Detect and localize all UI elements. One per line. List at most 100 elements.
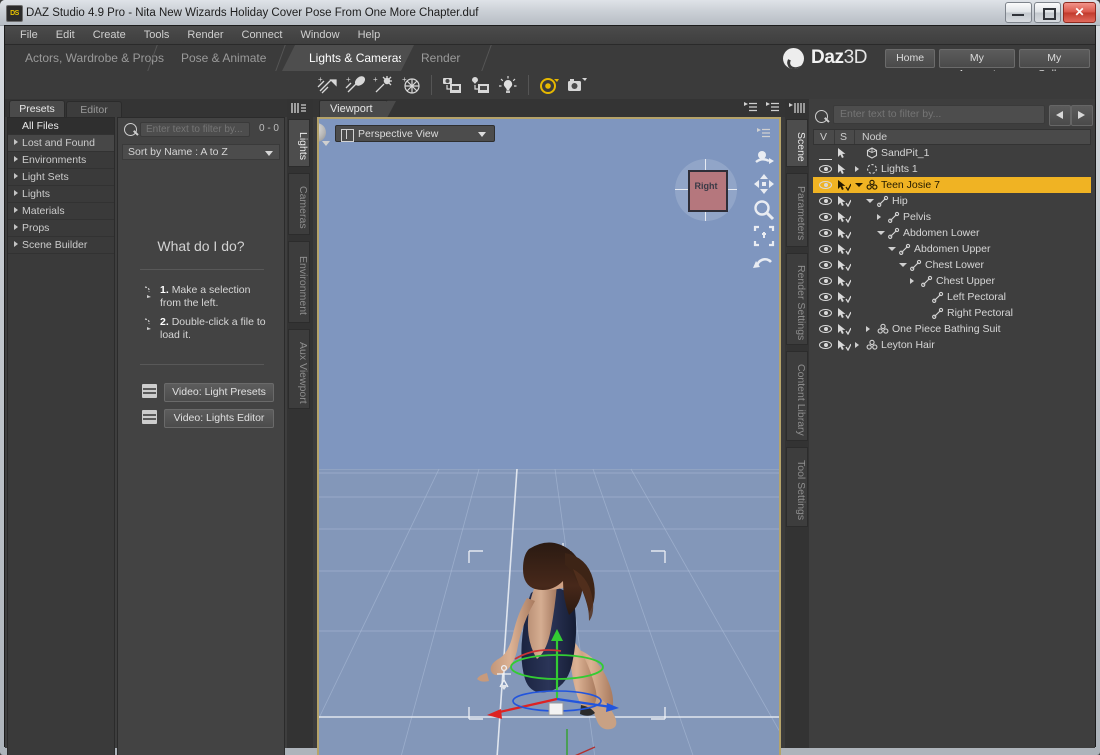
activity-tab-actors-wardrobe-props[interactable]: Actors, Wardrobe & Props <box>11 45 161 71</box>
selectable-cursor-icon[interactable] <box>837 324 851 335</box>
selectable-cursor-icon[interactable] <box>837 340 851 351</box>
collapse-triangle-icon[interactable] <box>888 247 896 251</box>
eye-visible-icon[interactable] <box>819 197 832 205</box>
add-distant-light-icon[interactable]: + <box>314 73 340 97</box>
save-light-preset-icon[interactable] <box>467 73 493 97</box>
expand-triangle-icon[interactable] <box>14 156 18 162</box>
reset-view-icon[interactable] <box>753 251 775 273</box>
tab-editor[interactable]: Editor <box>66 101 122 117</box>
expand-triangle-icon[interactable] <box>14 241 18 247</box>
scene-node-row[interactable]: Hip <box>813 193 1091 209</box>
eye-visible-icon[interactable] <box>819 309 832 317</box>
scene-node-row[interactable]: Left Pectoral <box>813 289 1091 305</box>
selectable-cursor-icon[interactable] <box>837 164 851 175</box>
vtab-content-library[interactable]: Content Library <box>786 351 808 441</box>
vtab-aux-viewport[interactable]: Aux Viewport <box>288 329 310 409</box>
view-orientation-cube[interactable]: Right <box>675 159 737 221</box>
video-lights-editor-button[interactable]: Video: Lights Editor <box>164 409 274 428</box>
my-account-button[interactable]: My Account <box>939 49 1014 68</box>
frame-icon[interactable] <box>753 225 775 247</box>
selectable-cursor-icon[interactable] <box>837 308 851 319</box>
menu-file[interactable]: File <box>11 27 47 43</box>
eye-visible-icon[interactable] <box>819 261 832 269</box>
eye-hidden-icon[interactable] <box>819 149 832 157</box>
eye-visible-icon[interactable] <box>819 213 832 221</box>
activity-tab-lights-cameras[interactable]: Lights & Cameras <box>295 45 401 71</box>
shading-mode-dropdown-arrow[interactable] <box>322 141 330 146</box>
camera-select-dropdown[interactable]: Perspective View <box>335 125 495 142</box>
scene-node-row[interactable]: Chest Lower <box>813 257 1091 273</box>
orbit-icon[interactable] <box>753 147 775 169</box>
preset-filter-input[interactable] <box>140 122 250 137</box>
preset-category-materials[interactable]: Materials <box>8 203 114 220</box>
preset-category-scene-builder[interactable]: Scene Builder <box>8 237 114 254</box>
menu-help[interactable]: Help <box>349 27 390 43</box>
navcube-face[interactable] <box>688 170 728 212</box>
eye-visible-icon[interactable] <box>819 229 832 237</box>
scene-node-row[interactable]: Abdomen Upper <box>813 241 1091 257</box>
scene-node-list[interactable]: SandPit_1Lights 1Teen Josie 7HipPelvisAb… <box>813 145 1091 755</box>
menu-create[interactable]: Create <box>84 27 135 43</box>
scene-node-row[interactable]: Pelvis <box>813 209 1091 225</box>
expand-triangle-icon[interactable] <box>14 224 18 230</box>
selectable-cursor-icon[interactable] <box>837 292 851 303</box>
expand-triangle-icon[interactable] <box>866 326 870 332</box>
vtab-tool-settings[interactable]: Tool Settings <box>786 447 808 527</box>
minimize-button[interactable] <box>1005 2 1032 23</box>
menu-tools[interactable]: Tools <box>135 27 179 43</box>
scene-prev-button[interactable] <box>1049 105 1071 126</box>
preset-sort-dropdown[interactable]: Sort by Name : A to Z <box>122 144 280 160</box>
selectable-cursor-icon[interactable] <box>837 260 851 271</box>
transform-gizmo[interactable] <box>479 589 659 729</box>
scene-node-row[interactable]: Teen Josie 7 <box>813 177 1091 193</box>
eye-visible-icon[interactable] <box>819 341 832 349</box>
my-gallery-button[interactable]: My Gallery <box>1019 49 1090 68</box>
preset-category-all-files[interactable]: All Files <box>8 118 114 135</box>
panel-options-icon-right[interactable] <box>789 102 804 115</box>
selectable-cursor-icon[interactable] <box>837 148 851 159</box>
scene-node-row[interactable]: Leyton Hair <box>813 337 1091 353</box>
scene-next-button[interactable] <box>1071 105 1093 126</box>
tab-viewport[interactable]: Viewport <box>319 100 388 118</box>
menu-render[interactable]: Render <box>178 27 232 43</box>
activity-tab-pose-animate[interactable]: Pose & Animate <box>167 45 289 71</box>
menu-window[interactable]: Window <box>291 27 348 43</box>
vtab-environment[interactable]: Environment <box>288 241 310 323</box>
activity-tab-render[interactable]: Render <box>407 45 495 71</box>
preset-category-lost-and-found[interactable]: Lost and Found <box>8 135 114 152</box>
viewport-aspect-menu-icon[interactable] <box>757 128 770 139</box>
expand-triangle-icon[interactable] <box>855 342 859 348</box>
vtab-cameras[interactable]: Cameras <box>288 173 310 235</box>
menu-edit[interactable]: Edit <box>47 27 84 43</box>
selectable-cursor-icon[interactable] <box>837 212 851 223</box>
menu-connect[interactable]: Connect <box>233 27 292 43</box>
scene-filter-input[interactable] <box>833 105 1045 124</box>
home-button[interactable]: Home <box>885 49 935 68</box>
expand-triangle-icon[interactable] <box>14 207 18 213</box>
tab-presets[interactable]: Presets <box>9 100 65 117</box>
eye-visible-icon[interactable] <box>819 325 832 333</box>
expand-triangle-icon[interactable] <box>910 278 914 284</box>
collapse-triangle-icon[interactable] <box>866 199 874 203</box>
collapse-triangle-icon[interactable] <box>899 263 907 267</box>
eye-visible-icon[interactable] <box>819 277 832 285</box>
selectable-cursor-icon[interactable] <box>837 276 851 287</box>
view-options-icon[interactable] <box>744 102 757 113</box>
collapse-triangle-icon[interactable] <box>877 231 885 235</box>
add-spotlight-icon[interactable]: + <box>342 73 368 97</box>
add-camera-icon[interactable]: + <box>398 73 424 97</box>
scene-node-row[interactable]: SandPit_1 <box>813 145 1091 161</box>
scene-node-row[interactable]: Chest Upper <box>813 273 1091 289</box>
vtab-lights[interactable]: Lights <box>288 119 310 167</box>
scene-node-row[interactable]: Abdomen Lower <box>813 225 1091 241</box>
viewport-layout-icon[interactable] <box>766 102 779 113</box>
expand-triangle-icon[interactable] <box>14 173 18 179</box>
vtab-scene[interactable]: Scene <box>786 119 808 167</box>
add-point-light-icon[interactable]: + <box>370 73 396 97</box>
selectable-cursor-icon[interactable] <box>837 180 851 191</box>
scene-node-row[interactable]: Lights 1 <box>813 161 1091 177</box>
vtab-render-settings[interactable]: Render Settings <box>786 253 808 345</box>
scene-node-row[interactable]: Right Pectoral <box>813 305 1091 321</box>
maximize-button[interactable] <box>1034 2 1061 23</box>
preset-category-lights[interactable]: Lights <box>8 186 114 203</box>
